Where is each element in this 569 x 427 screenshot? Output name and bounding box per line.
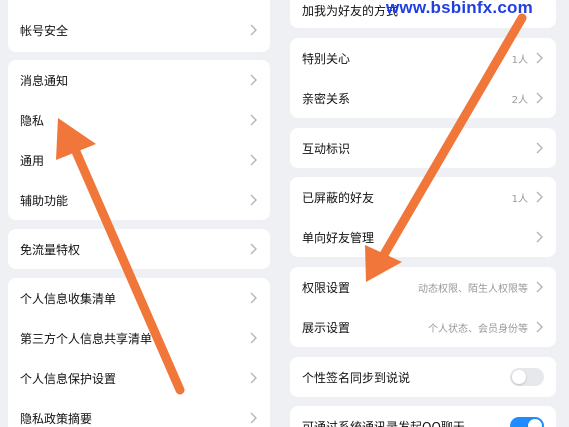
account-security-item[interactable]: 帐号安全 (8, 10, 270, 50)
interaction-marks-item[interactable]: 互动标识 (290, 128, 556, 168)
watermark-text: www.bsbinfx.com (386, 0, 533, 17)
privacy-label: 隐私 (20, 113, 45, 128)
chevron-right-icon (250, 154, 257, 166)
general-label: 通用 (20, 153, 45, 168)
chevron-right-icon (536, 321, 543, 333)
chevron-right-icon (536, 191, 543, 203)
toggle-knob (528, 419, 542, 427)
interaction-marks-label: 互动标识 (302, 141, 351, 156)
chevron-right-icon (536, 231, 543, 243)
chevron-right-icon (250, 24, 257, 36)
contacts-call-toggle[interactable] (510, 417, 544, 427)
data-saver-label: 免流量特权 (20, 242, 81, 257)
contacts-call-item: 可通过系统通讯录发起QQ聊天 (290, 406, 556, 427)
toggle-knob (512, 370, 526, 384)
notifications-label: 消息通知 (20, 73, 69, 88)
one-way-friends-item[interactable]: 单向好友管理 (290, 217, 556, 257)
close-relations-count: 2人 (511, 94, 528, 106)
close-relations-label: 亲密关系 (302, 91, 351, 106)
third-party-share-list-item[interactable]: 第三方个人信息共享清单 (8, 318, 270, 358)
general-settings-card: 消息通知 隐私 通用 辅助功能 (8, 60, 270, 220)
privacy-item[interactable]: 隐私 (8, 100, 270, 140)
chevron-right-icon (536, 92, 543, 104)
account-security-label: 帐号安全 (20, 23, 69, 38)
accessibility-item[interactable]: 辅助功能 (8, 180, 270, 220)
signature-sync-toggle[interactable] (510, 368, 544, 386)
blocked-friends-count: 1人 (511, 193, 528, 205)
personal-info-protection-item[interactable]: 个人信息保护设置 (8, 358, 270, 398)
chevron-right-icon (250, 332, 257, 344)
signature-sync-label: 个性签名同步到说说 (302, 370, 411, 385)
one-way-friends-label: 单向好友管理 (302, 230, 375, 245)
permission-settings-summary: 动态权限、陌生人权限等 (418, 283, 528, 295)
general-item[interactable]: 通用 (8, 140, 270, 180)
chevron-right-icon (250, 412, 257, 424)
special-care-count: 1人 (511, 54, 528, 66)
privacy-right-panel: 加我为好友的方式 特别关心 1人 亲密关系 2人 互动标识 已屏蔽的好友 1人 … (290, 0, 556, 427)
third-party-share-list-label: 第三方个人信息共享清单 (20, 331, 153, 346)
special-care-item[interactable]: 特别关心 1人 (290, 38, 556, 78)
blocked-friends-item[interactable]: 已屏蔽的好友 1人 (290, 177, 556, 217)
signature-sync-card: 个性签名同步到说说 (290, 357, 556, 397)
chevron-right-icon (536, 52, 543, 64)
data-saver-item[interactable]: 免流量特权 (8, 229, 270, 269)
privacy-policy-summary-label: 隐私政策摘要 (20, 411, 93, 426)
chevron-right-icon (250, 74, 257, 86)
personal-info-list-label: 个人信息收集清单 (20, 291, 117, 306)
signature-sync-item: 个性签名同步到说说 (290, 357, 556, 397)
display-settings-item[interactable]: 展示设置 个人状态、会员身份等 (290, 307, 556, 347)
contacts-call-card: 可通过系统通讯录发起QQ聊天 (290, 406, 556, 427)
interaction-card: 互动标识 (290, 128, 556, 168)
personal-info-list-item[interactable]: 个人信息收集清单 (8, 278, 270, 318)
chevron-right-icon (250, 114, 257, 126)
chevron-right-icon (250, 243, 257, 255)
chevron-right-icon (536, 281, 543, 293)
permission-settings-label: 权限设置 (302, 280, 351, 295)
chevron-right-icon (250, 194, 257, 206)
permission-settings-item[interactable]: 权限设置 动态权限、陌生人权限等 (290, 267, 556, 307)
display-settings-summary: 个人状态、会员身份等 (428, 323, 528, 335)
personal-info-protection-label: 个人信息保护设置 (20, 371, 117, 386)
chevron-right-icon (250, 372, 257, 384)
chevron-right-icon (536, 142, 543, 154)
personal-info-card: 个人信息收集清单 第三方个人信息共享清单 个人信息保护设置 隐私政策摘要 (8, 278, 270, 427)
account-card: 帐号安全 (8, 0, 270, 52)
permissions-card: 权限设置 动态权限、陌生人权限等 展示设置 个人状态、会员身份等 (290, 267, 556, 347)
display-settings-label: 展示设置 (302, 320, 351, 335)
privacy-policy-summary-item[interactable]: 隐私政策摘要 (8, 398, 270, 427)
accessibility-label: 辅助功能 (20, 193, 69, 208)
close-relations-item[interactable]: 亲密关系 2人 (290, 78, 556, 118)
special-care-label: 特别关心 (302, 51, 351, 66)
friends-card: 特别关心 1人 亲密关系 2人 (290, 38, 556, 118)
settings-left-panel: 帐号安全 消息通知 隐私 通用 辅助功能 免流量特权 个人信息收集清单 第三方个… (8, 0, 270, 427)
chevron-right-icon (250, 292, 257, 304)
data-saver-card: 免流量特权 (8, 229, 270, 269)
notifications-item[interactable]: 消息通知 (8, 60, 270, 100)
blocked-friends-label: 已屏蔽的好友 (302, 190, 375, 205)
contacts-call-label: 可通过系统通讯录发起QQ聊天 (302, 419, 465, 427)
blocked-card: 已屏蔽的好友 1人 单向好友管理 (290, 177, 556, 257)
